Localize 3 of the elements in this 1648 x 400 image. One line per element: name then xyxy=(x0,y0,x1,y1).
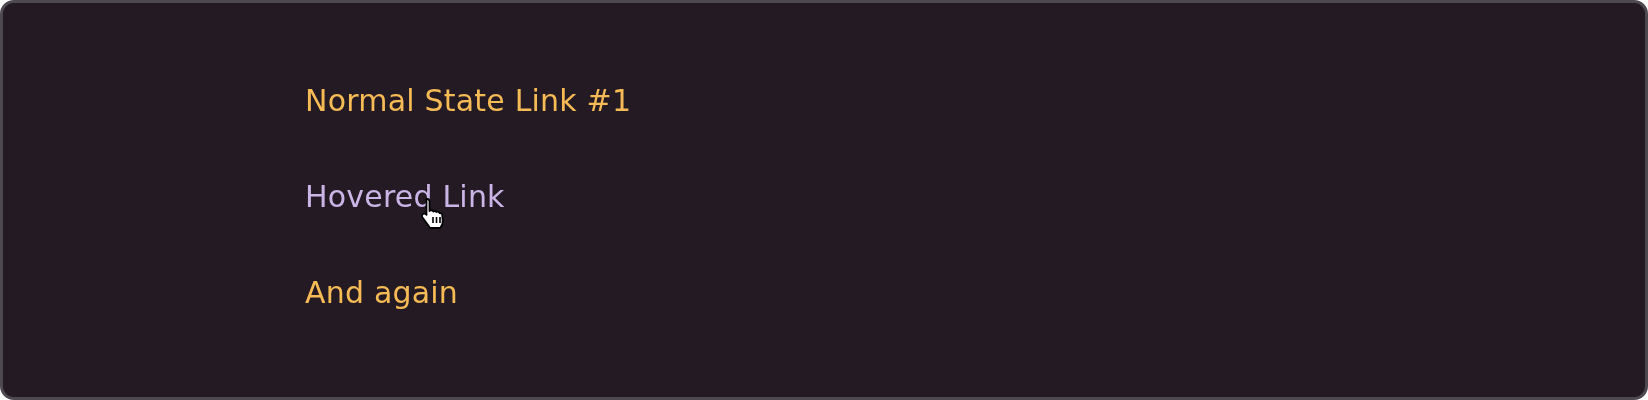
link[interactable]: Hovered Link xyxy=(305,179,505,214)
link[interactable]: And again xyxy=(305,275,459,310)
link[interactable]: Normal State Link #1 xyxy=(305,83,632,118)
